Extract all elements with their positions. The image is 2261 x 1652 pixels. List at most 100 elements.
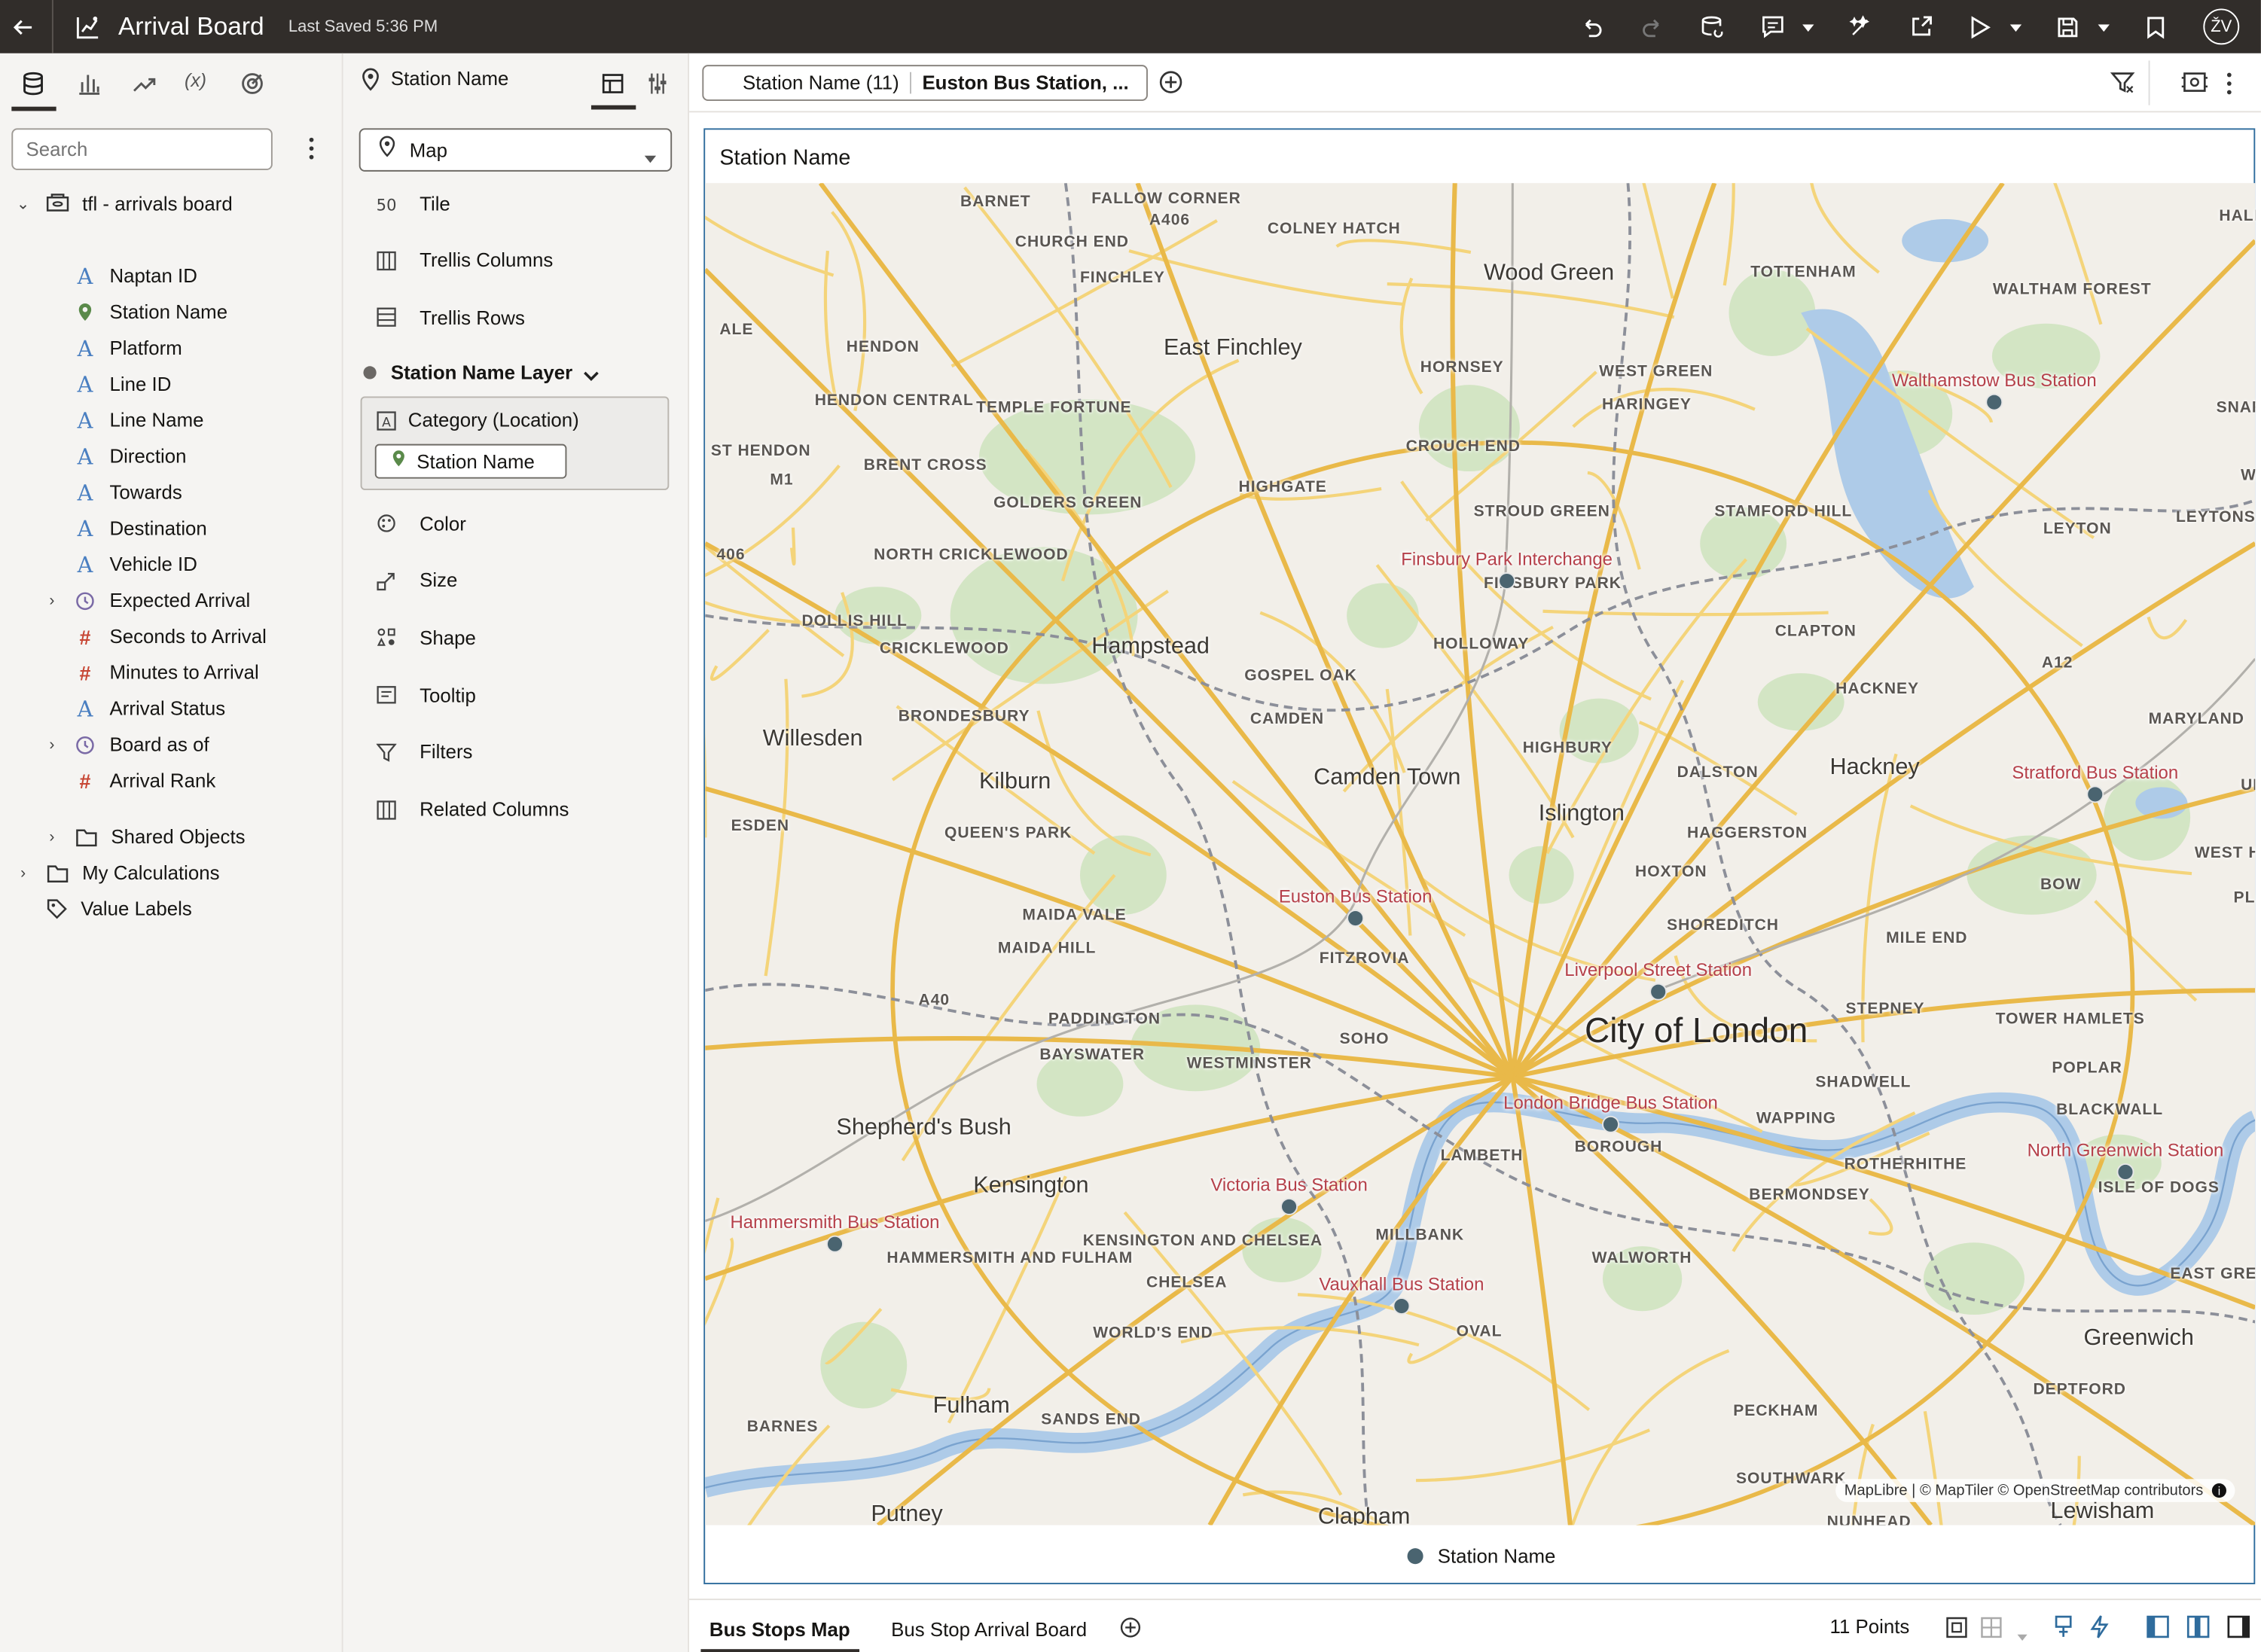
field-item[interactable]: A Towards — [75, 474, 182, 511]
station-point[interactable] — [1393, 1297, 1411, 1315]
chevron-right-icon[interactable]: › — [43, 828, 60, 846]
add-canvas-icon[interactable] — [1119, 1616, 1143, 1646]
field-item[interactable]: A Line Name — [75, 402, 204, 438]
back-icon[interactable] — [11, 0, 35, 53]
field-item[interactable]: A Vehicle ID — [75, 547, 197, 583]
grammar-tab-icon[interactable] — [601, 72, 624, 102]
canvas-settings-icon[interactable] — [2181, 69, 2208, 102]
station-point[interactable] — [1347, 910, 1365, 928]
tree-root[interactable]: ⌄ tfl - arrivals board — [14, 186, 233, 222]
middle-panel-toggle-icon[interactable] — [2186, 1614, 2211, 1646]
auto-insights-icon[interactable] — [1848, 0, 1873, 53]
calculations-tab-icon[interactable]: (x) — [185, 69, 206, 91]
grammar-property[interactable]: Filters — [376, 738, 472, 767]
grammar-property[interactable]: Color — [377, 509, 466, 538]
station-point[interactable] — [1498, 572, 1516, 590]
brushing-icon[interactable] — [2052, 1614, 2075, 1646]
station-label: Vauxhall Bus Station — [1319, 1274, 1484, 1295]
field-item[interactable]: A Naptan ID — [75, 258, 197, 294]
my-calculations-folder[interactable]: › My Calculations — [14, 855, 219, 891]
grammar-property[interactable]: Shape — [377, 623, 476, 652]
save-menu-chevron-icon[interactable] — [2097, 0, 2111, 53]
field-item[interactable]: # Minutes to Arrival — [75, 654, 258, 690]
field-item[interactable]: A Platform — [75, 330, 182, 366]
text-attribute-icon: A — [77, 551, 93, 578]
properties-tab-icon[interactable] — [646, 72, 670, 102]
data-tab-icon[interactable] — [20, 71, 46, 104]
color-icon — [377, 514, 408, 534]
field-item[interactable]: A Line ID — [75, 366, 172, 402]
field-item[interactable]: › Expected Arrival — [43, 582, 250, 618]
insights-tab-icon[interactable] — [240, 71, 265, 104]
present-menu-chevron-icon[interactable] — [2009, 0, 2023, 53]
chevron-down-icon[interactable]: ⌄ — [14, 194, 32, 213]
user-avatar[interactable]: ŽV — [2203, 0, 2240, 53]
station-point[interactable] — [1602, 1115, 1619, 1133]
value-labels-item[interactable]: Value Labels — [46, 891, 192, 927]
field-item[interactable]: A Destination — [75, 511, 207, 547]
grammar-property-label: Color — [420, 512, 466, 535]
layer-title[interactable]: Station Name Layer — [391, 362, 572, 384]
map-visualization[interactable]: Station Name BARNET FALLOW CORNER CHURCH E… — [703, 128, 2256, 1585]
redo-icon[interactable] — [1641, 0, 1664, 53]
field-item[interactable]: # Arrival Rank — [75, 763, 215, 799]
search-field[interactable] — [13, 130, 271, 169]
station-label: Hammersmith Bus Station — [730, 1212, 940, 1233]
grid-layout-icon[interactable] — [1980, 1616, 2003, 1646]
grammar-item[interactable]: Trellis Rows — [377, 303, 525, 331]
tab-bus-stop-arrival-board[interactable]: Bus Stop Arrival Board — [891, 1619, 1087, 1641]
more-options-icon[interactable] — [300, 136, 323, 169]
search-input[interactable] — [11, 128, 273, 170]
info-icon[interactable]: i — [2211, 1483, 2226, 1498]
viz-type-select[interactable]: Map — [359, 128, 673, 172]
save-icon[interactable] — [2056, 0, 2079, 53]
field-item[interactable]: › Board as of — [43, 727, 209, 763]
field-item[interactable]: A Direction — [75, 438, 187, 474]
data-refresh-icon[interactable] — [1700, 0, 1725, 53]
grammar-item[interactable]: Trellis Columns — [377, 245, 553, 274]
category-pill[interactable]: Station Name — [374, 443, 567, 479]
left-panel-toggle-icon[interactable] — [2146, 1614, 2171, 1646]
chevron-right-icon[interactable]: › — [43, 592, 60, 609]
grammar-property[interactable]: Tooltip — [377, 681, 476, 709]
station-point[interactable] — [1649, 983, 1668, 1001]
workbook-title[interactable]: Arrival Board — [118, 0, 264, 53]
map-area[interactable]: BARNET FALLOW CORNER CHURCH END FINCHLEY COL… — [705, 183, 2256, 1526]
field-item[interactable]: # Seconds to Arrival — [75, 618, 266, 654]
layer-chevron-down-icon[interactable] — [582, 364, 600, 390]
station-label: North Greenwich Station — [2027, 1140, 2224, 1161]
chevron-right-icon[interactable]: › — [43, 736, 60, 753]
text-attribute-icon: A — [77, 335, 93, 361]
tab-bus-stops-map[interactable]: Bus Stops Map — [709, 1619, 850, 1641]
shared-objects-folder[interactable]: › Shared Objects — [43, 818, 245, 855]
analytics-tab-icon[interactable] — [131, 71, 157, 104]
filter-funnel-icon[interactable] — [2110, 69, 2135, 102]
grammar-property[interactable]: Size — [377, 566, 457, 595]
grammar-property[interactable]: Related Columns — [377, 795, 569, 824]
comment-menu-chevron-icon[interactable] — [1801, 0, 1815, 53]
comment-icon[interactable] — [1761, 0, 1786, 53]
visualizations-tab-icon[interactable] — [76, 71, 102, 104]
right-panel-toggle-icon[interactable] — [2226, 1614, 2251, 1646]
station-point[interactable] — [1985, 393, 2003, 411]
undo-icon[interactable] — [1580, 0, 1603, 53]
layout-menu-chevron-icon[interactable] — [2015, 1623, 2028, 1649]
grammar-item[interactable]: 50 Tile — [377, 189, 450, 218]
station-point[interactable] — [1280, 1197, 1298, 1215]
station-filter-pill[interactable]: Station Name (11) Euston Bus Station, ..… — [702, 65, 1148, 102]
bookmark-icon[interactable] — [2146, 0, 2166, 53]
category-dropzone[interactable]: A Category (Location) Station Name — [360, 396, 670, 490]
present-play-icon[interactable] — [1970, 0, 1991, 53]
chevron-right-icon[interactable]: › — [14, 864, 32, 882]
field-item[interactable]: Station Name — [75, 294, 227, 331]
station-point[interactable] — [826, 1235, 844, 1253]
export-icon[interactable] — [1909, 0, 1934, 53]
canvas-menu-icon[interactable] — [2225, 71, 2233, 104]
workbook-icon — [75, 0, 101, 53]
station-point[interactable] — [2116, 1163, 2134, 1181]
synchronize-lightning-icon[interactable] — [2089, 1614, 2110, 1646]
add-filter-icon[interactable] — [1158, 69, 1183, 102]
auto-layout-icon[interactable] — [1945, 1616, 1969, 1646]
station-point[interactable] — [2086, 785, 2104, 803]
field-item[interactable]: A Arrival Status — [75, 690, 226, 727]
